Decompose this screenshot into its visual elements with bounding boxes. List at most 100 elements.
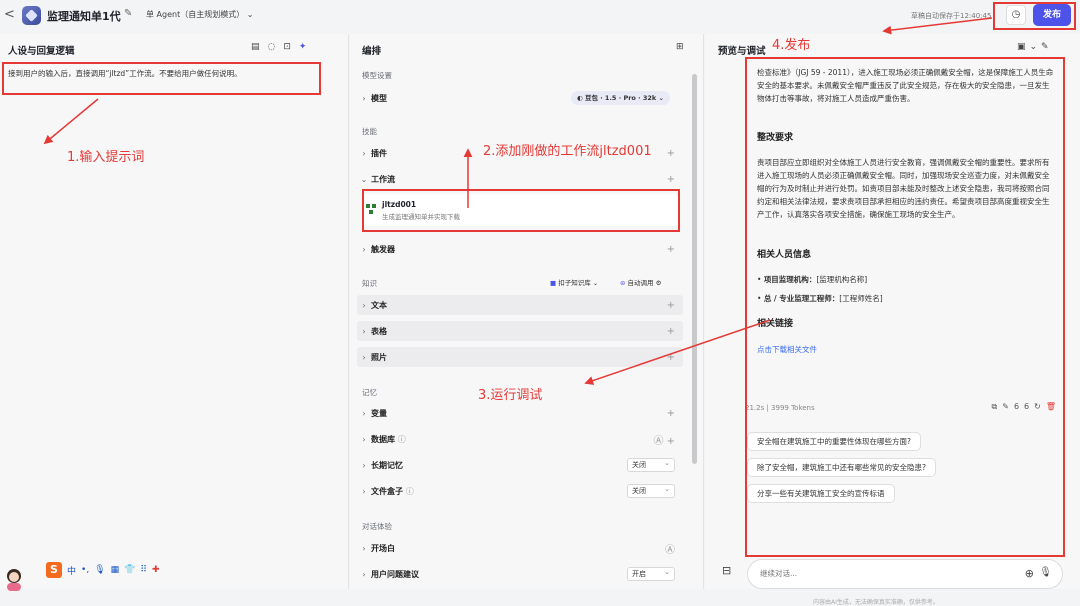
people-item-2-label: 总 / 专业监理工程师： <box>763 294 840 303</box>
ltm-row[interactable]: › 长期记忆 关闭 <box>357 455 683 475</box>
add-database-icon[interactable]: Ⓐ + <box>653 432 675 447</box>
chat-input[interactable]: ⊕ 🎙 <box>747 559 1063 589</box>
app-title: 监理通知单1代 <box>47 10 121 23</box>
top-bar: < 监理通知单1代 ✎ 单 Agent（自主规划模式） ⌄ 草稿自动保存于12:… <box>0 0 1080 32</box>
suggest-label: 用户问题建议 <box>371 569 419 579</box>
suggestion-1[interactable]: 安全帽在建筑施工中的重要性体现在哪些方面? <box>747 432 921 451</box>
variable-label: 变量 <box>371 408 387 418</box>
quote-icon[interactable]: 66 <box>1014 402 1034 411</box>
ime-toolbar: S 中 •, 🎙 ▦ 👕 ⠿ ✚ <box>46 562 160 578</box>
preview-panel: 预览与调试 ▣⌄✎ 检查标准》（JGJ 59 - 2011），进入施工现场必须正… <box>705 34 1080 606</box>
punct-icon[interactable]: •, <box>81 565 89 575</box>
variable-row[interactable]: › 变量 + <box>357 403 683 423</box>
filebox-select[interactable]: 关闭 <box>627 483 675 498</box>
add-icon[interactable]: ⊕ <box>1025 567 1034 580</box>
opening-auto-icon[interactable]: Ⓐ <box>665 541 675 556</box>
tool-icon[interactable]: ✚ <box>152 565 160 575</box>
add-workflow-icon[interactable]: + <box>667 174 675 185</box>
prompt-editor[interactable]: 接到用户的输入后，直接调用“jltzd”工作流。不要给用户做任何说明。 <box>8 68 242 79</box>
delete-icon[interactable]: 🗑 <box>1046 402 1061 411</box>
edit-icon[interactable]: ✎ <box>1002 402 1014 411</box>
model-select[interactable]: ◐ 豆包 · 1.5 · Pro · 32k ⌄ <box>571 91 670 105</box>
annotation-4: 4.发布 <box>772 38 811 53</box>
suggestion-2[interactable]: 除了安全帽，建筑施工中还有哪些常见的安全隐患? <box>747 458 936 477</box>
people-item-1-value: [监理机构名称] <box>816 275 868 284</box>
people-item-1-label: 项目监理机构： <box>763 275 817 284</box>
workflow-item[interactable]: jltzd001 生成监理通知单并实现下载 <box>362 194 678 226</box>
preview-tools: ▣⌄✎ <box>1017 42 1053 52</box>
avatar <box>4 567 24 591</box>
workflow-name: jltzd001 <box>382 200 417 209</box>
template-icon[interactable]: ▤ <box>251 42 268 52</box>
add-photo-icon[interactable]: + <box>667 352 675 363</box>
opening-label: 开场白 <box>371 543 395 553</box>
annotation-3: 3.运行调试 <box>478 388 543 403</box>
briefcase-icon[interactable]: ⊟ <box>722 564 731 577</box>
suggestion-3[interactable]: 分享一些有关建筑施工安全的宣传标语 <box>747 484 895 503</box>
ime-lang[interactable]: 中 <box>67 564 76 577</box>
mic-icon[interactable]: 🎙 <box>1039 567 1052 578</box>
dialog-section: 对话体验 <box>362 522 392 531</box>
info-icon: ⓘ <box>397 434 406 444</box>
workflow-row[interactable]: ⌄ 工作流 + <box>357 169 683 189</box>
add-plugin-icon[interactable]: + <box>667 148 675 159</box>
filebox-row[interactable]: › 文件盒子 ⓘ 关闭 <box>357 481 683 501</box>
photo-label: 照片 <box>371 352 387 362</box>
preview-title: 预览与调试 <box>718 46 766 57</box>
model-row[interactable]: › 模型 ◐ 豆包 · 1.5 · Pro · 32k ⌄ <box>357 88 683 108</box>
app-icon <box>22 6 41 25</box>
arrange-title: 编排 <box>362 46 382 57</box>
expand-icon[interactable]: ⊡ <box>283 42 299 52</box>
layout-icon[interactable]: ▣⌄ <box>1017 42 1041 52</box>
opening-row[interactable]: › 开场白 Ⓐ <box>357 538 683 558</box>
sogou-icon[interactable]: S <box>46 562 62 578</box>
heading-rectify: 整改要求 <box>757 133 794 143</box>
database-row[interactable]: › 数据库 ⓘ Ⓐ + <box>357 429 683 449</box>
keyboard-icon[interactable]: ▦ <box>111 565 120 575</box>
grid-icon[interactable]: ⊞ <box>676 42 684 52</box>
suggest-row[interactable]: › 用户问题建议 开启 <box>357 564 683 584</box>
scrollbar[interactable] <box>692 74 697 464</box>
text-row[interactable]: › 文本 + <box>357 295 683 315</box>
annotation-1: 1.输入提示词 <box>67 150 145 165</box>
kb-select[interactable]: ■ 扣子知识库 ⌄ <box>544 276 604 290</box>
bulb-icon[interactable]: ◌ <box>268 42 284 52</box>
auto-call-select[interactable]: ⊜ 自动调用 ⚙ <box>614 276 667 290</box>
chevron-right-icon: › <box>362 569 366 579</box>
agent-mode-select[interactable]: 单 Agent（自主规划模式） ⌄ <box>146 9 253 20</box>
chevron-right-icon: › <box>362 460 366 470</box>
chevron-down-icon: ⌄ <box>360 174 368 184</box>
download-link[interactable]: 点击下载相关文件 <box>757 344 817 355</box>
photo-row[interactable]: › 照片 + <box>357 347 683 367</box>
suggest-select[interactable]: 开启 <box>627 566 675 581</box>
table-row[interactable]: › 表格 + <box>357 321 683 341</box>
add-trigger-icon[interactable]: + <box>667 244 675 255</box>
table-label: 表格 <box>371 326 387 336</box>
clear-icon[interactable]: ✎ <box>1041 42 1053 52</box>
ltm-select[interactable]: 关闭 <box>627 457 675 472</box>
auto-call-label: 自动调用 <box>627 279 654 287</box>
add-variable-icon[interactable]: + <box>667 408 675 419</box>
sparkle-icon[interactable]: ✦ <box>299 42 315 52</box>
people-item-2: • 总 / 专业监理工程师：[工程师姓名] <box>757 294 883 303</box>
publish-button[interactable]: 发布 <box>1033 4 1071 26</box>
arrange-panel: 编排 ⊞ 模型设置 › 模型 ◐ 豆包 · 1.5 · Pro · 32k ⌄ 技… <box>350 34 704 589</box>
back-icon[interactable]: < <box>4 7 15 22</box>
refresh-icon[interactable]: ↻ <box>1034 402 1046 411</box>
chevron-right-icon: › <box>362 326 366 336</box>
copy-icon[interactable]: ⧉ <box>992 402 1003 411</box>
chat-area: 检查标准》（JGJ 59 - 2011），进入施工现场必须正确佩戴安全帽，这是保… <box>745 60 1069 589</box>
trigger-row[interactable]: › 触发器 + <box>357 239 683 259</box>
skin-icon[interactable]: 👕 <box>124 565 135 575</box>
token-stats: 21.2s | 3999 Tokens <box>745 404 815 412</box>
history-icon[interactable]: ◷ <box>1006 5 1026 25</box>
mic-icon[interactable]: 🎙 <box>94 565 105 575</box>
chevron-right-icon: › <box>362 352 366 362</box>
chat-input-field[interactable] <box>760 569 990 578</box>
add-text-icon[interactable]: + <box>667 300 675 311</box>
apps-icon[interactable]: ⠿ <box>140 565 147 575</box>
edit-icon[interactable]: ✎ <box>124 8 132 19</box>
chevron-right-icon: › <box>362 486 366 496</box>
add-table-icon[interactable]: + <box>667 326 675 337</box>
trigger-label: 触发器 <box>371 244 395 254</box>
